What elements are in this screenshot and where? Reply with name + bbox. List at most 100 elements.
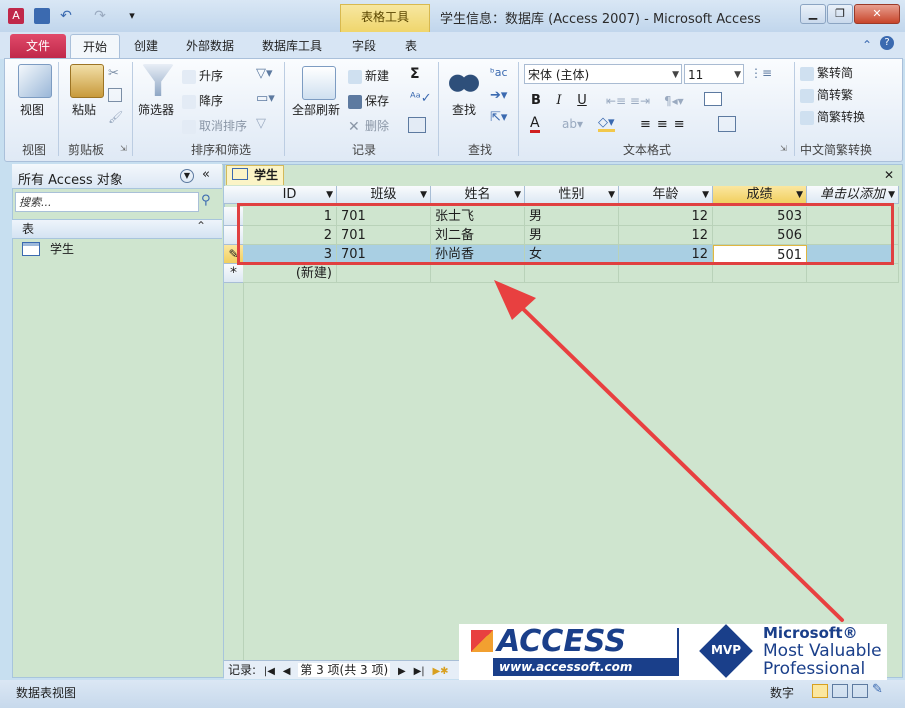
- goto-icon[interactable]: ➔▾: [490, 88, 507, 103]
- clipboard-launcher-icon[interactable]: ⇲: [120, 144, 127, 153]
- simp-trad-convert-button[interactable]: 简繁转换: [800, 108, 865, 125]
- column-header-score[interactable]: 成绩 ▼: [713, 186, 807, 204]
- maximize-button[interactable]: ❐: [827, 4, 853, 24]
- trad-to-simp-button[interactable]: 繁转简: [800, 64, 853, 81]
- help-icon[interactable]: ?: [880, 36, 894, 50]
- chevron-down-icon[interactable]: ▼: [514, 186, 521, 204]
- underline-button[interactable]: U: [573, 92, 591, 110]
- fill-color-icon[interactable]: ◇▾: [598, 116, 615, 132]
- design-view-icon[interactable]: ✎: [872, 682, 883, 697]
- italic-button[interactable]: I: [550, 92, 568, 110]
- tab-fields[interactable]: 字段: [342, 34, 386, 58]
- copy-icon[interactable]: [108, 88, 122, 102]
- nav-item-student-table[interactable]: 学生: [50, 240, 74, 257]
- highlight-icon[interactable]: ab▾: [562, 117, 583, 131]
- tab-external-data[interactable]: 外部数据: [176, 34, 244, 58]
- first-record-icon[interactable]: |◀: [264, 666, 275, 677]
- alternate-row-color-icon[interactable]: [718, 116, 736, 132]
- indent-icons[interactable]: ⇤≡ ≡⇥: [606, 94, 650, 108]
- tab-table[interactable]: 表: [394, 34, 428, 58]
- font-color-icon[interactable]: A: [530, 116, 540, 133]
- paragraph-direction-icon[interactable]: ¶◂▾: [664, 94, 684, 108]
- access-app-icon[interactable]: A: [8, 8, 24, 24]
- font-name-select[interactable]: 宋体 (主体) ▼: [524, 64, 682, 84]
- advanced-filter-icon[interactable]: ▭▾: [256, 91, 275, 106]
- next-record-icon[interactable]: ▶: [398, 666, 406, 677]
- cell-new[interactable]: (新建): [243, 264, 337, 283]
- table-icon: [22, 242, 40, 256]
- delete-record-button[interactable]: ✕ 删除: [348, 117, 389, 134]
- tab-file[interactable]: 文件: [10, 34, 66, 58]
- chevron-down-icon[interactable]: ▼: [796, 186, 803, 204]
- chevron-down-icon[interactable]: ▼: [702, 186, 709, 204]
- prev-record-icon[interactable]: ◀: [283, 666, 291, 677]
- cut-icon[interactable]: ✂: [108, 66, 119, 81]
- more-records-icon[interactable]: [408, 117, 426, 133]
- sort-descending-button[interactable]: 降序: [182, 92, 223, 109]
- font-size-select[interactable]: 11 ▼: [684, 64, 744, 84]
- pivot-chart-view-icon[interactable]: [852, 684, 868, 698]
- paste-button[interactable]: 粘贴: [72, 101, 96, 118]
- view-button[interactable]: 视图: [20, 101, 44, 118]
- tab-home[interactable]: 开始: [70, 34, 120, 59]
- chevron-down-icon[interactable]: ▼: [326, 186, 333, 204]
- close-button[interactable]: ✕: [854, 4, 900, 24]
- text-format-launcher-icon[interactable]: ⇲: [780, 144, 787, 153]
- minimize-button[interactable]: ▁: [800, 4, 826, 24]
- close-document-icon[interactable]: ✕: [884, 168, 894, 182]
- column-header-gender[interactable]: 性别 ▼: [525, 186, 619, 204]
- chevron-down-icon[interactable]: ▼: [180, 169, 194, 183]
- document-tab-student[interactable]: 学生: [226, 165, 284, 185]
- selection-filter-icon[interactable]: ▽▾: [256, 66, 273, 81]
- column-header-id[interactable]: ID ▼: [243, 186, 337, 204]
- tab-create[interactable]: 创建: [124, 34, 168, 58]
- gridlines-icon[interactable]: [704, 92, 722, 106]
- new-row-selector[interactable]: *: [224, 264, 243, 283]
- table-icon: [232, 168, 248, 180]
- cell-class[interactable]: [337, 264, 431, 283]
- nav-search-input[interactable]: 搜索...: [15, 192, 199, 212]
- bullets-icon[interactable]: ⋮≡: [750, 66, 772, 80]
- undo-icon[interactable]: ↶: [58, 8, 74, 24]
- chevron-down-icon[interactable]: ▼: [888, 186, 895, 204]
- new-record-button[interactable]: 新建: [348, 67, 389, 84]
- collapse-nav-icon[interactable]: «: [202, 167, 210, 182]
- chevron-down-icon[interactable]: ▼: [420, 186, 427, 204]
- refresh-all-button[interactable]: 全部刷新: [292, 101, 340, 118]
- nav-section-label: 表: [22, 222, 35, 236]
- last-record-icon[interactable]: ▶|: [414, 666, 425, 677]
- datasheet-view-icon[interactable]: [812, 684, 828, 698]
- chevron-up-icon[interactable]: ⌃: [196, 219, 206, 233]
- toggle-filter-icon[interactable]: ▽: [256, 116, 266, 131]
- format-painter-icon[interactable]: 🖌: [108, 110, 123, 124]
- simp-to-trad-button[interactable]: 简转繁: [800, 86, 853, 103]
- column-header-age[interactable]: 年龄 ▼: [619, 186, 713, 204]
- find-button[interactable]: 查找: [452, 101, 476, 118]
- filter-button[interactable]: 筛选器: [138, 101, 174, 118]
- qat-customize-button[interactable]: ▾: [124, 8, 140, 24]
- column-header-label: 年龄: [652, 187, 679, 202]
- tab-database-tools[interactable]: 数据库工具: [250, 34, 334, 58]
- nav-section-tables[interactable]: [12, 219, 222, 239]
- pivot-table-view-icon[interactable]: [832, 684, 848, 698]
- redo-icon[interactable]: ↷: [92, 8, 108, 24]
- save-icon[interactable]: [34, 8, 50, 24]
- new-record-nav-icon[interactable]: ▶✱: [432, 666, 448, 677]
- select-icon[interactable]: ⇱▾: [490, 110, 507, 125]
- sort-ascending-button[interactable]: 升序: [182, 67, 223, 84]
- align-icons[interactable]: ≡≡≡: [640, 117, 691, 132]
- save-record-button[interactable]: 保存: [348, 92, 389, 109]
- totals-button[interactable]: Σ: [410, 66, 420, 82]
- minimize-ribbon-icon[interactable]: ⌃: [862, 38, 872, 52]
- bold-button[interactable]: B: [527, 92, 545, 110]
- column-header-class[interactable]: 班级 ▼: [337, 186, 431, 204]
- column-header-name[interactable]: 姓名 ▼: [431, 186, 525, 204]
- record-position[interactable]: 第 3 项(共 3 项): [298, 663, 391, 677]
- select-all-corner[interactable]: [224, 186, 243, 204]
- column-header-add[interactable]: 单击以添加 ▼: [807, 186, 899, 204]
- spelling-icon[interactable]: ᴬᵃ✓: [410, 91, 432, 106]
- search-icon[interactable]: ⚲: [201, 193, 211, 208]
- chevron-down-icon[interactable]: ▼: [608, 186, 615, 204]
- replace-icon[interactable]: ᵇac: [490, 66, 508, 79]
- clear-sort-button[interactable]: 取消排序: [182, 117, 247, 134]
